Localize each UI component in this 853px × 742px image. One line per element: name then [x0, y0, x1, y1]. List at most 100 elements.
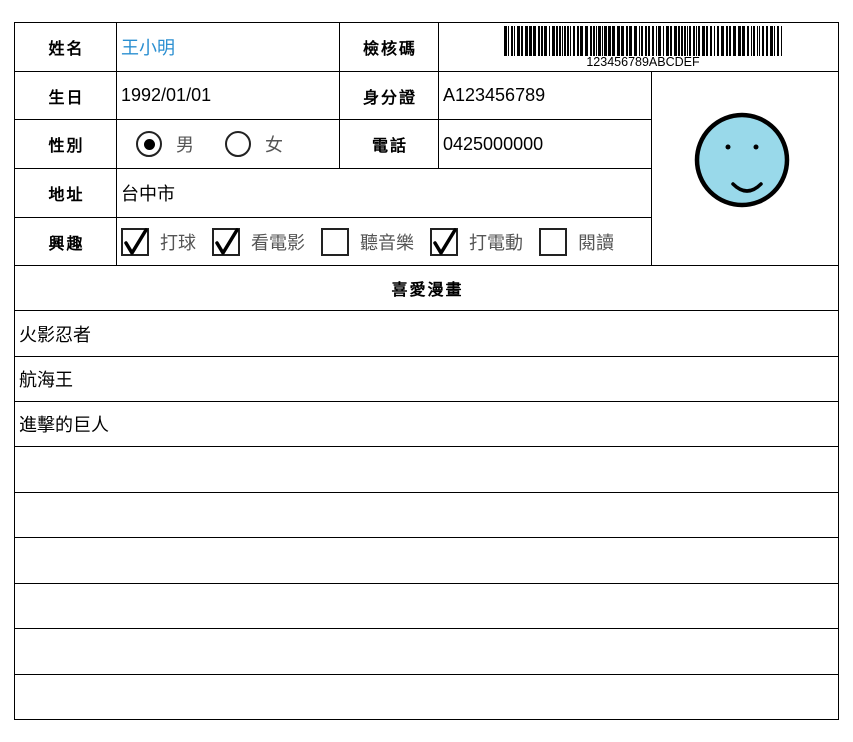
barcode-bar	[652, 26, 654, 56]
comics-row: 火影忍者	[14, 310, 839, 357]
radio-gender-female-label: 女	[265, 135, 283, 156]
barcode-bar	[573, 26, 575, 56]
barcode-bar	[549, 26, 550, 56]
barcode-bar	[726, 26, 728, 56]
barcode-bar	[753, 26, 755, 56]
barcode-bar	[556, 26, 558, 56]
address-label: 地址	[14, 168, 117, 218]
gender-label: 性別	[14, 119, 117, 169]
barcode-bar	[598, 26, 601, 56]
barcode-bar	[757, 26, 758, 56]
barcode-bar	[525, 26, 528, 56]
birthday-label: 生日	[14, 71, 117, 120]
barcode-bar	[738, 26, 741, 56]
check-code-cell: 123456789ABCDEF	[438, 22, 839, 72]
avatar-left-eye	[725, 144, 731, 150]
barcode-bar	[696, 26, 697, 56]
barcode-bar	[538, 26, 540, 56]
hobby-ball: 打球	[121, 227, 196, 256]
hobby-reading: 閱讀	[539, 227, 614, 256]
barcode-bar	[544, 26, 547, 56]
barcode-bar	[517, 26, 520, 56]
photo-cell	[651, 71, 839, 266]
barcode-bar	[742, 26, 745, 56]
barcode-bar	[663, 26, 664, 56]
barcode-bar	[684, 26, 686, 56]
barcode-bar	[608, 26, 611, 56]
checkbox-hobby-gaming-label: 打電動	[469, 232, 523, 254]
name-value: 王小明	[116, 22, 340, 72]
barcode-bar	[629, 26, 632, 56]
barcode-bar	[717, 26, 719, 56]
barcode-bar	[559, 26, 561, 56]
barcode-bar	[567, 26, 569, 56]
barcode-bar	[645, 26, 647, 56]
barcode-bar	[533, 26, 536, 56]
barcode-bar	[514, 26, 515, 56]
radio-gender-male-label: 男	[176, 135, 194, 156]
barcode-bar	[674, 26, 677, 56]
barcode-bar	[689, 26, 691, 56]
hobby-movies: 看電影	[212, 227, 305, 256]
phone-label: 電話	[339, 119, 439, 169]
barcode-bar	[693, 26, 695, 56]
barcode-bar	[702, 26, 705, 56]
comics-row	[14, 583, 839, 629]
checkbox-hobby-gaming[interactable]	[430, 227, 458, 256]
phone-value: 0425000000	[438, 119, 652, 169]
barcode-bar	[781, 26, 782, 56]
barcode-bar	[751, 26, 752, 56]
barcode-bar	[687, 26, 688, 56]
checkbox-hobby-ball[interactable]	[121, 227, 149, 256]
checkbox-hobby-movies[interactable]	[212, 227, 240, 256]
comics-row	[14, 446, 839, 493]
comics-row	[14, 537, 839, 584]
id-number-label: 身分證	[339, 71, 439, 120]
barcode-bar	[504, 26, 507, 56]
comics-header: 喜愛漫畫	[14, 265, 839, 311]
barcode-bar	[521, 26, 523, 56]
barcode-bar	[593, 26, 595, 56]
barcode-bar	[641, 26, 643, 56]
checkbox-hobby-ball-label: 打球	[160, 232, 196, 254]
barcode-bar	[590, 26, 592, 56]
barcode-bar	[666, 26, 669, 56]
barcode-bar	[714, 26, 715, 56]
barcode-bar	[564, 26, 566, 56]
barcode-bar	[570, 26, 571, 56]
barcode-bar	[577, 26, 579, 56]
barcode-bar	[511, 26, 513, 56]
barcode-bar	[656, 26, 657, 56]
checkbox-hobby-movies-label: 看電影	[251, 232, 305, 254]
barcode-bar	[747, 26, 749, 56]
barcode-bar	[710, 26, 712, 56]
radio-gender-male[interactable]	[136, 131, 162, 157]
barcode-bar	[552, 26, 555, 56]
barcode-bar	[774, 26, 775, 56]
barcode-bar	[658, 26, 661, 56]
barcode-bar	[777, 26, 779, 56]
birthday-value: 1992/01/01	[116, 71, 340, 120]
comics-row	[14, 492, 839, 538]
check-code-label: 檢核碼	[339, 22, 439, 72]
checkbox-hobby-reading[interactable]	[539, 227, 567, 256]
barcode-bar	[639, 26, 640, 56]
barcode-bar	[602, 26, 603, 56]
avatar-right-eye	[753, 144, 759, 150]
barcode-bar	[733, 26, 736, 56]
barcode-bar	[670, 26, 672, 56]
checkbox-hobby-music[interactable]	[321, 227, 349, 256]
barcode-bar	[721, 26, 724, 56]
barcode-bar	[529, 26, 532, 56]
barcode-bar	[604, 26, 607, 56]
barcode-bar	[585, 26, 588, 56]
radio-gender-female[interactable]	[225, 131, 251, 157]
barcode-bar	[596, 26, 597, 56]
barcode-bar	[612, 26, 615, 56]
gender-options: 男 女	[116, 119, 340, 169]
barcode-text: 123456789ABCDEF	[586, 55, 700, 69]
barcode-bar	[729, 26, 731, 56]
barcode-bar	[621, 26, 624, 56]
comics-row	[14, 674, 839, 720]
barcode-bar	[541, 26, 543, 56]
